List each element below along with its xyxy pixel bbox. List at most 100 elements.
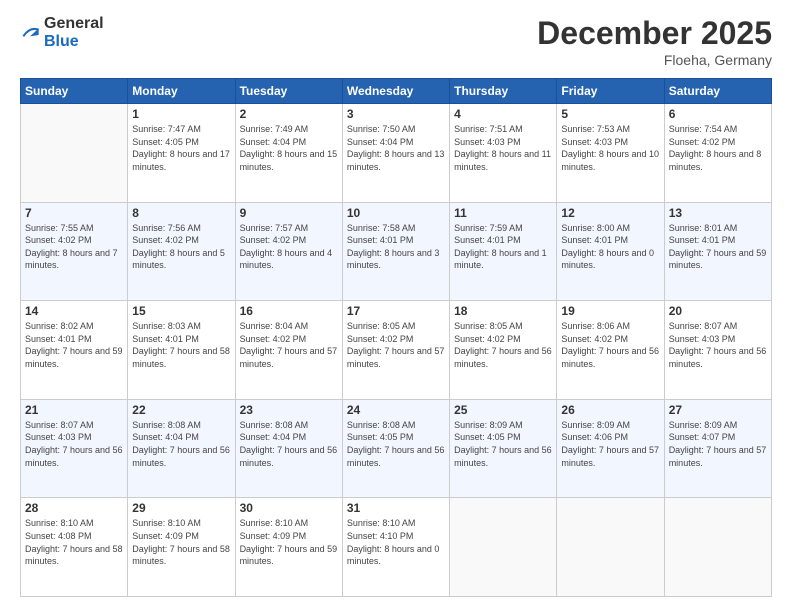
calendar-cell: 17 Sunrise: 8:05 AMSunset: 4:02 PMDayligh… [342,301,449,400]
day-number: 21 [25,403,123,417]
day-number: 11 [454,206,552,220]
day-number: 8 [132,206,230,220]
month-title: December 2025 [537,15,772,52]
calendar-cell: 30 Sunrise: 8:10 AMSunset: 4:09 PMDayligh… [235,498,342,597]
day-number: 25 [454,403,552,417]
day-number: 5 [561,107,659,121]
day-info: Sunrise: 8:01 AMSunset: 4:01 PMDaylight:… [669,222,767,272]
calendar-cell: 23 Sunrise: 8:08 AMSunset: 4:04 PMDayligh… [235,399,342,498]
calendar-row-3: 14 Sunrise: 8:02 AMSunset: 4:01 PMDayligh… [21,301,772,400]
col-thursday: Thursday [450,79,557,104]
day-info: Sunrise: 8:10 AMSunset: 4:09 PMDaylight:… [132,517,230,567]
calendar-cell: 26Sunrise: 8:09 AMSunset: 4:06 PMDayligh… [557,399,664,498]
day-info: Sunrise: 8:06 AMSunset: 4:02 PMDaylight:… [561,320,659,370]
day-number: 30 [240,501,338,515]
calendar-cell: 9Sunrise: 7:57 AMSunset: 4:02 PMDaylight… [235,202,342,301]
calendar-cell [664,498,771,597]
calendar-cell: 1Sunrise: 7:47 AMSunset: 4:05 PMDaylight… [128,104,235,203]
day-number: 15 [132,304,230,318]
day-info: Sunrise: 8:08 AMSunset: 4:04 PMDaylight:… [132,419,230,469]
logo-icon [20,23,40,43]
calendar-cell: 10Sunrise: 7:58 AMSunset: 4:01 PMDayligh… [342,202,449,301]
calendar-row-5: 28 Sunrise: 8:10 AMSunset: 4:08 PMDayligh… [21,498,772,597]
day-info: Sunrise: 8:09 AMSunset: 4:05 PMDaylight:… [454,419,552,469]
day-info: Sunrise: 8:07 AMSunset: 4:03 PMDaylight:… [669,320,767,370]
day-number: 18 [454,304,552,318]
col-wednesday: Wednesday [342,79,449,104]
calendar-row-4: 21 Sunrise: 8:07 AMSunset: 4:03 PMDayligh… [21,399,772,498]
calendar-cell: 11 Sunrise: 7:59 AMSunset: 4:01 PMDayligh… [450,202,557,301]
calendar-cell: 3 Sunrise: 7:50 AMSunset: 4:04 PMDaylight… [342,104,449,203]
calendar-cell: 12Sunrise: 8:00 AMSunset: 4:01 PMDayligh… [557,202,664,301]
day-number: 2 [240,107,338,121]
day-number: 26 [561,403,659,417]
day-info: Sunrise: 8:08 AMSunset: 4:04 PMDaylight:… [240,419,338,469]
logo-general: General [44,15,104,33]
day-number: 20 [669,304,767,318]
logo-text: General Blue [44,15,104,50]
calendar-cell: 20 Sunrise: 8:07 AMSunset: 4:03 PMDayligh… [664,301,771,400]
day-info: Sunrise: 8:08 AMSunset: 4:05 PMDaylight:… [347,419,445,469]
calendar-cell: 31Sunrise: 8:10 AMSunset: 4:10 PMDayligh… [342,498,449,597]
title-block: December 2025 Floeha, Germany [537,15,772,68]
day-info: Sunrise: 8:07 AMSunset: 4:03 PMDaylight:… [25,419,123,469]
day-number: 17 [347,304,445,318]
col-friday: Friday [557,79,664,104]
calendar-cell: 22Sunrise: 8:08 AMSunset: 4:04 PMDayligh… [128,399,235,498]
logo: General Blue [20,15,104,50]
calendar-cell: 16 Sunrise: 8:04 AMSunset: 4:02 PMDayligh… [235,301,342,400]
calendar-cell: 15 Sunrise: 8:03 AMSunset: 4:01 PMDayligh… [128,301,235,400]
day-number: 3 [347,107,445,121]
calendar-row-1: 1Sunrise: 7:47 AMSunset: 4:05 PMDaylight… [21,104,772,203]
calendar-header-row: Sunday Monday Tuesday Wednesday Thursday… [21,79,772,104]
calendar-cell: 6Sunrise: 7:54 AMSunset: 4:02 PMDaylight… [664,104,771,203]
col-saturday: Saturday [664,79,771,104]
day-info: Sunrise: 8:03 AMSunset: 4:01 PMDaylight:… [132,320,230,370]
calendar-cell: 27Sunrise: 8:09 AMSunset: 4:07 PMDayligh… [664,399,771,498]
day-info: Sunrise: 7:57 AMSunset: 4:02 PMDaylight:… [240,222,338,272]
col-sunday: Sunday [21,79,128,104]
day-info: Sunrise: 8:05 AMSunset: 4:02 PMDaylight:… [454,320,552,370]
calendar-cell [21,104,128,203]
day-info: Sunrise: 8:09 AMSunset: 4:07 PMDaylight:… [669,419,767,469]
day-info: Sunrise: 8:00 AMSunset: 4:01 PMDaylight:… [561,222,659,272]
day-info: Sunrise: 7:51 AMSunset: 4:03 PMDaylight:… [454,123,552,173]
day-number: 13 [669,206,767,220]
calendar-cell: 29Sunrise: 8:10 AMSunset: 4:09 PMDayligh… [128,498,235,597]
col-tuesday: Tuesday [235,79,342,104]
day-number: 19 [561,304,659,318]
day-number: 23 [240,403,338,417]
day-info: Sunrise: 8:02 AMSunset: 4:01 PMDaylight:… [25,320,123,370]
calendar-cell: 18 Sunrise: 8:05 AMSunset: 4:02 PMDayligh… [450,301,557,400]
day-info: Sunrise: 8:10 AMSunset: 4:09 PMDaylight:… [240,517,338,567]
day-number: 4 [454,107,552,121]
header: General Blue December 2025 Floeha, Germa… [20,15,772,68]
day-info: Sunrise: 7:53 AMSunset: 4:03 PMDaylight:… [561,123,659,173]
day-number: 16 [240,304,338,318]
day-info: Sunrise: 8:04 AMSunset: 4:02 PMDaylight:… [240,320,338,370]
page: General Blue December 2025 Floeha, Germa… [0,0,792,612]
calendar-row-2: 7Sunrise: 7:55 AMSunset: 4:02 PMDaylight… [21,202,772,301]
day-number: 24 [347,403,445,417]
calendar-cell: 21 Sunrise: 8:07 AMSunset: 4:03 PMDayligh… [21,399,128,498]
calendar-cell: 28 Sunrise: 8:10 AMSunset: 4:08 PMDayligh… [21,498,128,597]
day-number: 1 [132,107,230,121]
day-info: Sunrise: 8:05 AMSunset: 4:02 PMDaylight:… [347,320,445,370]
calendar-cell: 25 Sunrise: 8:09 AMSunset: 4:05 PMDayligh… [450,399,557,498]
calendar-cell [557,498,664,597]
calendar-cell: 4 Sunrise: 7:51 AMSunset: 4:03 PMDaylight… [450,104,557,203]
calendar-cell: 8 Sunrise: 7:56 AMSunset: 4:02 PMDaylight… [128,202,235,301]
calendar-cell: 5 Sunrise: 7:53 AMSunset: 4:03 PMDaylight… [557,104,664,203]
day-number: 14 [25,304,123,318]
day-info: Sunrise: 7:54 AMSunset: 4:02 PMDaylight:… [669,123,767,173]
day-info: Sunrise: 7:49 AMSunset: 4:04 PMDaylight:… [240,123,338,173]
day-info: Sunrise: 7:56 AMSunset: 4:02 PMDaylight:… [132,222,230,272]
day-info: Sunrise: 7:58 AMSunset: 4:01 PMDaylight:… [347,222,445,272]
day-info: Sunrise: 7:50 AMSunset: 4:04 PMDaylight:… [347,123,445,173]
day-number: 28 [25,501,123,515]
day-info: Sunrise: 8:10 AMSunset: 4:10 PMDaylight:… [347,517,445,567]
day-info: Sunrise: 8:10 AMSunset: 4:08 PMDaylight:… [25,517,123,567]
calendar-cell [450,498,557,597]
day-info: Sunrise: 7:59 AMSunset: 4:01 PMDaylight:… [454,222,552,272]
day-number: 7 [25,206,123,220]
